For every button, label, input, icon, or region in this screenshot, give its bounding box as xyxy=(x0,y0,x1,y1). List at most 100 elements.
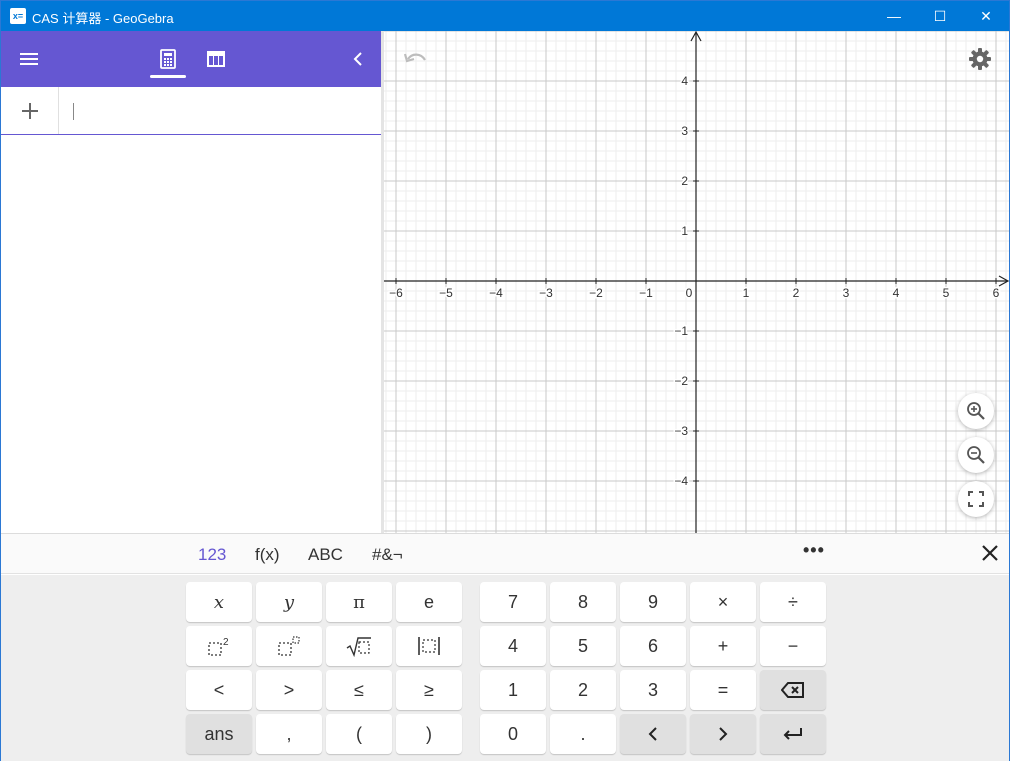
sqrt-icon xyxy=(346,637,371,657)
x-tick-label: −4 xyxy=(489,286,503,300)
fullscreen-button[interactable] xyxy=(958,481,994,517)
zoom-out-button[interactable] xyxy=(958,437,994,473)
key-2[interactable]: 2 xyxy=(550,670,616,710)
undo-button[interactable] xyxy=(404,51,432,71)
zoom-in-button[interactable] xyxy=(958,393,994,429)
key-e[interactable]: e xyxy=(396,582,462,622)
key-0[interactable]: 0 xyxy=(480,714,546,754)
y-tick-label: 3 xyxy=(681,124,688,138)
arrow-right-icon xyxy=(719,727,728,741)
key-plus[interactable]: + xyxy=(690,626,756,666)
zoom-out-icon xyxy=(967,446,985,464)
key-equals[interactable]: = xyxy=(690,670,756,710)
virtual-keyboard: x y π e 2 < > ≤ ≥ ans , () 7 8 9 × ÷ 4 … xyxy=(1,575,1009,761)
x-tick-label: 1 xyxy=(743,286,750,300)
key-square[interactable]: 2 xyxy=(186,626,252,666)
undo-icon xyxy=(404,53,426,63)
key-6[interactable]: 6 xyxy=(620,626,686,666)
key-1[interactable]: 1 xyxy=(480,670,546,710)
key-decimal[interactable]: . xyxy=(550,714,616,754)
x-tick-label: −5 xyxy=(439,286,453,300)
key-cursor-right[interactable] xyxy=(690,714,756,754)
algebra-view[interactable] xyxy=(1,136,381,533)
key-ans[interactable]: ans xyxy=(186,714,252,754)
x-tick-label: 2 xyxy=(793,286,800,300)
x-tick-label: −6 xyxy=(389,286,403,300)
key-y[interactable]: y xyxy=(256,582,322,622)
keyboard-tab-functions[interactable]: f(x) xyxy=(255,545,280,565)
squared-icon: 2 xyxy=(208,637,229,656)
settings-button[interactable] xyxy=(968,47,994,73)
x-tick-label: −1 xyxy=(639,286,653,300)
key-greater-equal[interactable]: ≥ xyxy=(396,670,462,710)
key-9[interactable]: 9 xyxy=(620,582,686,622)
x-tick-label: 0 xyxy=(686,286,693,300)
close-icon xyxy=(982,545,998,561)
coordinate-grid[interactable]: −6 −5 −4 −3 −2 −1 0 1 2 3 4 5 6 4 3 2 1 −1 −2 −3 −4 xyxy=(384,31,1009,533)
key-5[interactable]: 5 xyxy=(550,626,616,666)
y-tick-label: −1 xyxy=(674,324,688,338)
key-7[interactable]: 7 xyxy=(480,582,546,622)
enter-icon xyxy=(783,728,802,740)
key-less-equal[interactable]: ≤ xyxy=(326,670,392,710)
tab-algebra[interactable] xyxy=(150,31,186,87)
key-greater-than[interactable]: > xyxy=(256,670,322,710)
key-sqrt[interactable] xyxy=(326,626,392,666)
keyboard-tab-numbers[interactable]: 123 xyxy=(198,545,226,565)
table-icon xyxy=(207,51,225,67)
geogebra-window: x= CAS 计算器 - GeoGebra — ☐ ✕ −6 −5 −4 −3 … xyxy=(0,0,1010,761)
active-tab-indicator xyxy=(150,75,186,78)
chevron-left-icon xyxy=(353,52,362,66)
title-bar: x= CAS 计算器 - GeoGebra — ☐ ✕ xyxy=(1,1,1009,31)
minimize-button[interactable]: — xyxy=(871,1,917,31)
y-tick-label: 2 xyxy=(681,174,688,188)
keyboard-tab-letters[interactable]: ABC xyxy=(308,545,343,565)
key-multiply[interactable]: × xyxy=(690,582,756,622)
key-enter[interactable] xyxy=(760,714,826,754)
keyboard-tab-bar: 123 f(x) ABC #&¬ ••• xyxy=(1,533,1009,574)
graphics-view[interactable]: −6 −5 −4 −3 −2 −1 0 1 2 3 4 5 6 4 3 2 1 −1 −2 −3 −4 xyxy=(384,31,1009,533)
keyboard-close-button[interactable] xyxy=(979,542,1001,564)
menu-icon xyxy=(20,53,38,65)
backspace-icon xyxy=(781,682,804,698)
arrow-left-icon xyxy=(648,727,657,741)
key-abs[interactable] xyxy=(396,626,462,666)
key-8[interactable]: 8 xyxy=(550,582,616,622)
add-item-button[interactable] xyxy=(1,87,59,134)
calculator-icon xyxy=(160,49,176,69)
y-tick-label: −3 xyxy=(674,424,688,438)
keyboard-more-button[interactable]: ••• xyxy=(803,540,825,561)
key-open-paren[interactable]: ( xyxy=(326,714,392,754)
key-close-paren[interactable]: ) xyxy=(396,714,462,754)
plus-icon xyxy=(21,102,38,119)
key-4[interactable]: 4 xyxy=(480,626,546,666)
key-x[interactable]: x xyxy=(186,582,252,622)
key-minus[interactable]: − xyxy=(760,626,826,666)
keyboard-tab-symbols[interactable]: #&¬ xyxy=(372,545,403,565)
maximize-button[interactable]: ☐ xyxy=(917,1,963,31)
key-backspace[interactable] xyxy=(760,670,826,710)
key-cursor-left[interactable] xyxy=(620,714,686,754)
menu-button[interactable] xyxy=(11,31,47,87)
key-less-than[interactable]: < xyxy=(186,670,252,710)
svg-text:2: 2 xyxy=(223,637,229,648)
key-3[interactable]: 3 xyxy=(620,670,686,710)
x-tick-label: 4 xyxy=(893,286,900,300)
y-tick-label: −4 xyxy=(674,474,688,488)
key-comma[interactable]: , xyxy=(256,714,322,754)
key-power[interactable] xyxy=(256,626,322,666)
y-tick-label: 1 xyxy=(681,224,688,238)
close-window-button[interactable]: ✕ xyxy=(963,1,1009,31)
key-pi[interactable]: π xyxy=(326,582,392,622)
x-tick-label: 5 xyxy=(943,286,950,300)
algebra-header xyxy=(1,31,381,87)
y-tick-label: 4 xyxy=(681,74,688,88)
app-icon: x= xyxy=(10,8,26,24)
algebra-input-row[interactable] xyxy=(1,87,381,135)
input-caret[interactable] xyxy=(73,103,74,120)
collapse-panel-button[interactable] xyxy=(343,31,373,87)
gear-icon xyxy=(969,48,991,70)
key-divide[interactable]: ÷ xyxy=(760,582,826,622)
tab-table[interactable] xyxy=(198,31,234,87)
x-tick-label: −2 xyxy=(589,286,603,300)
